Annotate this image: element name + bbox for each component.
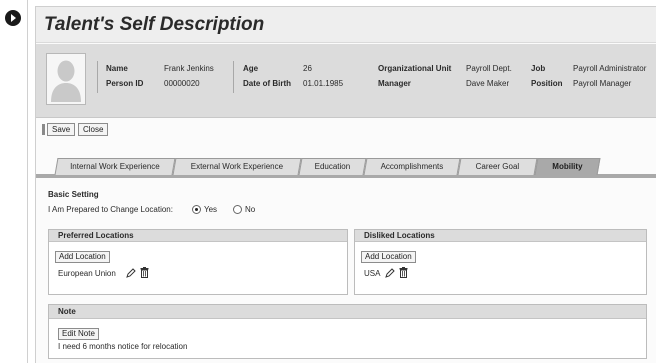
edit-pencil-icon[interactable] [126,268,136,278]
name-value: Frank Jenkins [164,64,214,73]
preferred-locations-panel: Preferred Locations Add Location Europea… [48,229,348,295]
age-label: Age [243,64,259,73]
expand-panel-icon[interactable] [5,10,21,26]
tab-career-goal[interactable]: Career Goal [457,158,538,175]
employee-header: Name Frank Jenkins Person ID 00000020 Ag… [36,44,656,118]
tab-mobility[interactable]: Mobility [534,158,601,175]
name-label: Name [106,64,128,73]
preferred-location-item: European Union [58,269,116,278]
main-content: Talent's Self Description Name Frank Jen… [35,6,656,363]
delete-trash-icon[interactable] [140,267,149,278]
header-divider [97,61,98,93]
panel-header: Preferred Locations [49,230,347,242]
note-text: I need 6 months notice for relocation [58,342,188,351]
add-preferred-location-button[interactable]: Add Location [55,251,110,263]
tab-internal-work-experience[interactable]: Internal Work Experience [54,158,176,175]
panel-header: Disliked Locations [355,230,646,242]
manager-value: Dave Maker [466,79,510,88]
person-id-label: Person ID [106,79,144,88]
position-label: Position [531,79,563,88]
edit-pencil-icon[interactable] [385,268,395,278]
dob-value: 01.01.1985 [303,79,344,88]
dob-label: Date of Birth [243,79,291,88]
age-value: 26 [303,64,312,73]
job-value: Payroll Administrator [573,64,647,73]
org-unit-label: Organizational Unit [378,64,452,73]
radio-no-label: No [245,205,256,214]
side-panel-strip [0,0,28,363]
tab-accomplishments[interactable]: Accomplishments [363,158,461,175]
disliked-locations-title: Disliked Locations [364,231,435,240]
add-disliked-location-button[interactable]: Add Location [361,251,416,263]
delete-trash-icon[interactable] [399,267,408,278]
tab-education[interactable]: Education [298,158,367,175]
org-unit-value: Payroll Dept. [466,64,512,73]
basic-setting-title: Basic Setting [48,190,99,199]
position-value: Payroll Manager [573,79,632,88]
preferred-locations-title: Preferred Locations [58,231,134,240]
radio-yes[interactable] [192,205,201,214]
avatar [46,53,86,105]
close-button[interactable]: Close [78,123,109,136]
save-button[interactable]: Save [47,123,76,136]
note-panel: Note Edit Note I need 6 months notice fo… [48,304,647,359]
person-silhouette-icon [51,60,81,102]
tab-external-work-experience[interactable]: External Work Experience [172,158,302,175]
change-location-prompt: I Am Prepared to Change Location: [48,205,173,214]
manager-label: Manager [378,79,411,88]
edit-note-button[interactable]: Edit Note [58,328,99,340]
panel-header: Note [49,305,646,319]
radio-no[interactable] [233,205,242,214]
tab-strip: Internal Work Experience External Work E… [36,155,656,178]
header-divider [233,61,234,93]
disliked-locations-panel: Disliked Locations Add Location USA [354,229,647,295]
person-id-value: 00000020 [164,79,200,88]
title-bar: Talent's Self Description [36,7,656,43]
job-label: Job [531,64,546,73]
disliked-location-item: USA [364,269,381,278]
radio-yes-label: Yes [204,205,218,214]
toolbar-grip [42,124,45,135]
page-title: Talent's Self Description [44,14,265,35]
note-title: Note [58,307,76,316]
